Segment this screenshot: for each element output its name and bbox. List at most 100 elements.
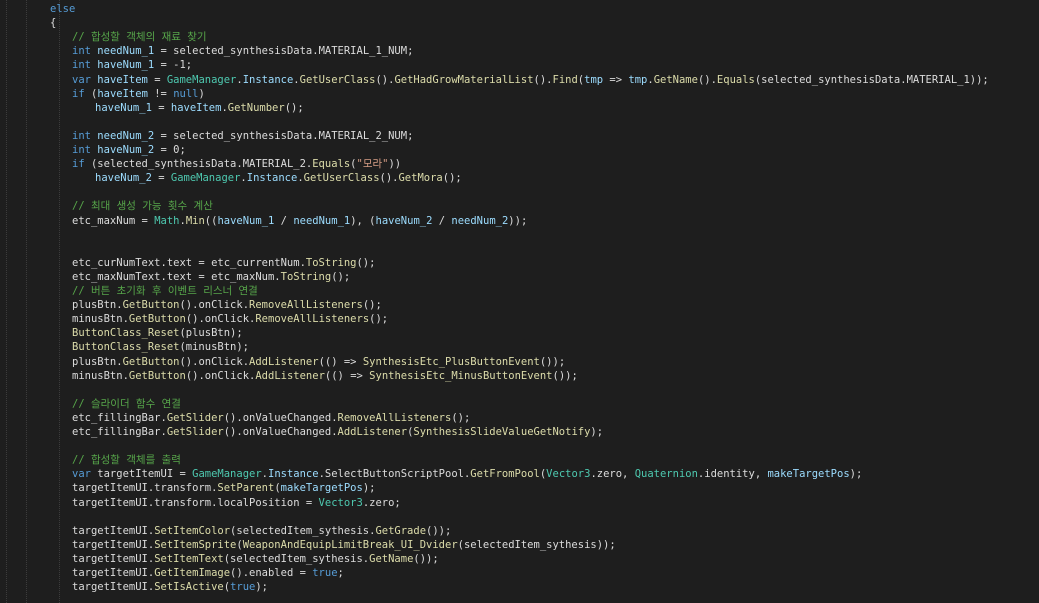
code-token: .identity, [697, 468, 768, 481]
code-line[interactable]: targetItemUI.SetItemColor(selectedItem_s… [72, 524, 451, 538]
code-token: tmp [628, 73, 648, 86]
code-token: (minusBtn); [179, 341, 250, 354]
code-token: targetItemUI. [72, 567, 155, 579]
code-token: ().onClick. [185, 369, 256, 382]
code-line[interactable]: // 버튼 초기화 후 이벤트 리스너 연결 [72, 284, 258, 298]
code-line[interactable]: int needNum_2 = selected_synthesisData.M… [72, 129, 413, 143]
code-token: var [72, 468, 91, 481]
code-token: AddListener [255, 369, 325, 382]
code-token: // 최대 생성 가능 횟수 계산 [72, 200, 213, 213]
code-token: (). [697, 73, 717, 86]
code-token: ().onValueChanged. [223, 426, 338, 438]
code-line[interactable]: targetItemUI.SetItemText(selectedItem_sy… [72, 552, 439, 566]
code-line[interactable]: { [50, 16, 56, 30]
code-line[interactable]: int haveNum_2 = 0; [72, 143, 186, 157]
code-token: (selected_synthesisData.MATERIAL_2. [84, 158, 313, 171]
code-token: SetItemText [154, 552, 224, 565]
code-token: haveNum_1 [95, 101, 152, 114]
code-line[interactable]: var haveItem = GameManager.Instance.GetU… [72, 73, 989, 87]
code-token: haveItem [97, 73, 148, 86]
code-line[interactable]: targetItemUI.SetItemSprite(WeaponAndEqui… [72, 538, 616, 552]
code-token: GetHadGrowMaterialList [394, 73, 534, 86]
code-token: (); [356, 256, 376, 269]
code-token: .zero; [362, 496, 401, 509]
code-line[interactable]: targetItemUI.GetItemImage().enabled = tr… [72, 566, 344, 580]
code-line[interactable]: targetItemUI.transform.localPosition = V… [72, 496, 401, 510]
code-token: // 버튼 초기화 후 이벤트 리스너 연결 [72, 285, 258, 297]
code-token: Quaternion [634, 468, 698, 481]
code-token: targetItemUI. [72, 524, 155, 537]
code-editor[interactable]: else{ // 합성할 객체의 재료 찾기 int needNum_1 = sel… [0, 0, 1039, 603]
code-line[interactable]: etc_maxNumText.text = etc_maxNum.ToStrin… [72, 270, 350, 284]
code-token: (). [375, 73, 395, 86]
code-token: { [50, 17, 57, 30]
code-token: tmp [584, 73, 604, 86]
code-line[interactable]: var targetItemUI = GameManager.Instance.… [72, 467, 862, 481]
code-token: GetName [653, 73, 698, 86]
code-token: int [72, 144, 91, 156]
code-token: ()); [426, 524, 452, 537]
code-line[interactable]: int needNum_1 = selected_synthesisData.M… [72, 44, 413, 58]
code-token: Instance [246, 172, 298, 185]
code-token: if [72, 87, 85, 100]
code-token: GetButton [122, 299, 180, 312]
code-token: null [173, 87, 199, 100]
code-token: GetGrade [375, 524, 427, 537]
code-token: SynthesisEtc_MinusButtonEvent [369, 369, 553, 382]
code-token: = [151, 172, 171, 185]
code-line[interactable]: minusBtn.GetButton().onClick.RemoveAllLi… [72, 312, 388, 326]
code-token: Instance [268, 468, 319, 481]
code-line[interactable]: // 합성할 객체의 재료 찾기 [72, 30, 207, 44]
code-line[interactable]: haveNum_2 = GameManager.Instance.GetUser… [95, 171, 462, 185]
code-line[interactable]: plusBtn.GetButton().onClick.AddListener(… [72, 355, 565, 369]
code-token: GetButton [122, 355, 180, 368]
code-token: GetButton [128, 369, 186, 382]
code-token: ().onValueChanged. [223, 411, 338, 424]
code-token: ), ( [350, 214, 376, 227]
code-line[interactable]: int haveNum_1 = -1; [72, 58, 192, 72]
code-token: Equals [716, 73, 755, 86]
code-line[interactable]: // 합성할 객체를 출력 [72, 453, 181, 467]
code-token: = selected_synthesisData.MATERIAL_2_NUM; [154, 129, 414, 142]
code-line[interactable]: ButtonClass_Reset(minusBtn); [72, 340, 249, 354]
code-token: (selected_synthesisData.MATERIAL_1)); [754, 73, 989, 86]
code-token: != [147, 87, 174, 100]
code-line[interactable]: etc_maxNum = Math.Min((haveNum_1 / needN… [72, 214, 527, 228]
code-token: GetSlider [166, 426, 224, 438]
code-line[interactable]: // 최대 생성 가능 횟수 계산 [72, 199, 213, 213]
code-line[interactable]: etc_fillingBar.GetSlider().onValueChange… [72, 411, 470, 425]
code-line[interactable]: minusBtn.GetButton().onClick.AddListener… [72, 369, 578, 383]
code-token: (selectedItem_sythesis. [230, 524, 376, 537]
code-token: RemoveAllListeners [249, 299, 363, 312]
code-token: ().enabled = [230, 567, 313, 579]
code-token: SetParent [217, 482, 275, 495]
code-token: (); [369, 313, 389, 326]
code-token: .zero, [590, 468, 635, 481]
code-token: ()); [552, 369, 578, 382]
code-token: => [603, 73, 629, 86]
code-token: ()); [539, 355, 566, 368]
code-token: = 0; [154, 144, 186, 156]
code-token: (). [533, 73, 553, 86]
code-line[interactable]: else [50, 2, 75, 16]
code-token: // 합성할 객체의 재료 찾기 [72, 31, 207, 44]
code-token: ) [198, 87, 205, 100]
code-line[interactable]: // 슬라이더 함수 연결 [72, 397, 181, 411]
code-line[interactable]: if (haveItem != null) [72, 87, 205, 101]
code-token: GetName [369, 552, 414, 565]
code-token: "모라" [356, 158, 389, 171]
code-token: / [274, 214, 294, 227]
code-line[interactable]: targetItemUI.SetIsActive(true); [72, 580, 268, 594]
code-token: )); [508, 214, 528, 227]
code-line[interactable]: haveNum_1 = haveItem.GetNumber(); [95, 101, 304, 115]
code-line[interactable]: etc_curNumText.text = etc_currentNum.ToS… [72, 256, 375, 270]
code-token: haveNum_2 [95, 172, 152, 185]
code-line[interactable]: ButtonClass_Reset(plusBtn); [72, 326, 243, 340]
code-line[interactable]: plusBtn.GetButton().onClick.RemoveAllLis… [72, 298, 382, 312]
code-token: haveNum_2 [375, 214, 433, 227]
code-token: SetItemSprite [154, 538, 237, 551]
code-line[interactable]: if (selected_synthesisData.MATERIAL_2.Eq… [72, 157, 401, 171]
code-line[interactable]: etc_fillingBar.GetSlider().onValueChange… [72, 425, 603, 439]
code-token: haveItem [97, 87, 148, 100]
code-line[interactable]: targetItemUI.transform.SetParent(makeTar… [72, 481, 375, 495]
